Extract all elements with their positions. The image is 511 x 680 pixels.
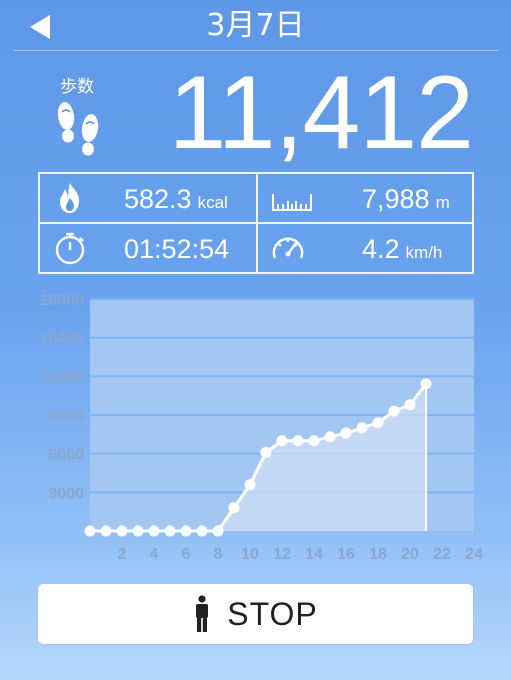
chart-data-point bbox=[276, 435, 288, 447]
calories-unit: kcal bbox=[197, 193, 228, 212]
person-icon bbox=[196, 595, 209, 632]
x-tick-label: 22 bbox=[433, 546, 451, 563]
stop-label: STOP bbox=[227, 595, 318, 632]
chart-data-point bbox=[116, 525, 128, 537]
chart-data-point bbox=[340, 427, 352, 439]
y-tick-label: 12000 bbox=[40, 369, 85, 386]
speed-unit: km/h bbox=[405, 243, 443, 262]
x-tick-label: 12 bbox=[273, 546, 291, 563]
x-tick-label: 14 bbox=[305, 546, 323, 563]
speedometer-icon bbox=[272, 237, 304, 259]
x-tick-label: 10 bbox=[241, 546, 259, 563]
chart-data-point bbox=[212, 525, 224, 537]
chart-data-point bbox=[180, 525, 192, 537]
speed-value-group: 4.2 km/h bbox=[362, 234, 442, 268]
header-divider bbox=[14, 50, 498, 51]
page-title: 3月7日 bbox=[206, 8, 305, 43]
calories-stat: 582.3 kcal bbox=[40, 174, 256, 222]
chart-data-point bbox=[324, 431, 336, 443]
footprints-icon bbox=[57, 102, 99, 156]
steps-chart: 3000 6000 9000 12000 15000 18000 2 4 6 8 10 12 14 16 1… bbox=[0, 284, 511, 574]
stats-panel: 582.3 kcal 7,988 m 01:52:54 4.2 km/h bbox=[38, 172, 474, 274]
chart-data-point bbox=[356, 422, 368, 434]
stop-button[interactable]: STOP bbox=[38, 584, 473, 644]
x-tick-label: 16 bbox=[337, 546, 355, 563]
stop-button-content: STOP bbox=[38, 584, 473, 644]
y-tick-label: 3000 bbox=[48, 485, 84, 502]
chart-data-point bbox=[148, 525, 160, 537]
chart-data-point bbox=[308, 435, 320, 447]
calories-value: 582.3 bbox=[124, 184, 192, 214]
chart-data-point bbox=[404, 399, 416, 411]
chart-data-point bbox=[292, 435, 304, 447]
chart-data-point bbox=[372, 417, 384, 429]
speed-stat: 4.2 km/h bbox=[258, 224, 474, 272]
header: 3月7日 bbox=[0, 0, 511, 52]
calories-value-group: 582.3 kcal bbox=[124, 184, 228, 218]
chart-data-point bbox=[164, 525, 176, 537]
x-tick-label: 8 bbox=[214, 546, 223, 563]
distance-value: 7,988 bbox=[362, 184, 430, 214]
y-tick-label: 9000 bbox=[48, 408, 84, 425]
chart-data-point bbox=[420, 378, 432, 390]
chart-data-point bbox=[132, 525, 144, 537]
duration-stat: 01:52:54 bbox=[40, 224, 256, 272]
x-tick-label: 6 bbox=[182, 546, 191, 563]
y-tick-label: 18000 bbox=[40, 292, 85, 309]
chart-data-point bbox=[388, 405, 400, 417]
duration-value: 01:52:54 bbox=[124, 234, 230, 264]
ruler-icon bbox=[272, 194, 312, 211]
steps-chart-svg: 3000600090001200015000180002 4 6 8 10 12 14 16 1… bbox=[40, 292, 484, 563]
x-tick-label: 4 bbox=[150, 546, 159, 563]
chart-data-point bbox=[84, 525, 96, 537]
distance-stat: 7,988 m bbox=[258, 174, 474, 222]
chart-data-point bbox=[100, 525, 112, 537]
distance-unit: m bbox=[435, 193, 450, 212]
x-tick-label: 20 bbox=[401, 546, 419, 563]
x-tick-label: 2 bbox=[118, 546, 127, 563]
chart-data-point bbox=[196, 525, 208, 537]
distance-value-group: 7,988 m bbox=[362, 184, 450, 218]
steps-label: 歩数 bbox=[60, 77, 94, 97]
y-tick-label: 15000 bbox=[40, 331, 85, 348]
chart-data-point bbox=[228, 502, 240, 514]
chart-data-point bbox=[244, 479, 256, 491]
x-tick-label: 18 bbox=[369, 546, 387, 563]
stopwatch-icon bbox=[55, 232, 85, 265]
step-count: 11,412 bbox=[168, 55, 474, 171]
flame-icon bbox=[60, 183, 79, 213]
speed-value: 4.2 bbox=[362, 234, 400, 264]
chart-data-point bbox=[260, 446, 272, 458]
y-tick-label: 6000 bbox=[48, 447, 84, 464]
x-tick-label: 24 bbox=[465, 546, 483, 563]
